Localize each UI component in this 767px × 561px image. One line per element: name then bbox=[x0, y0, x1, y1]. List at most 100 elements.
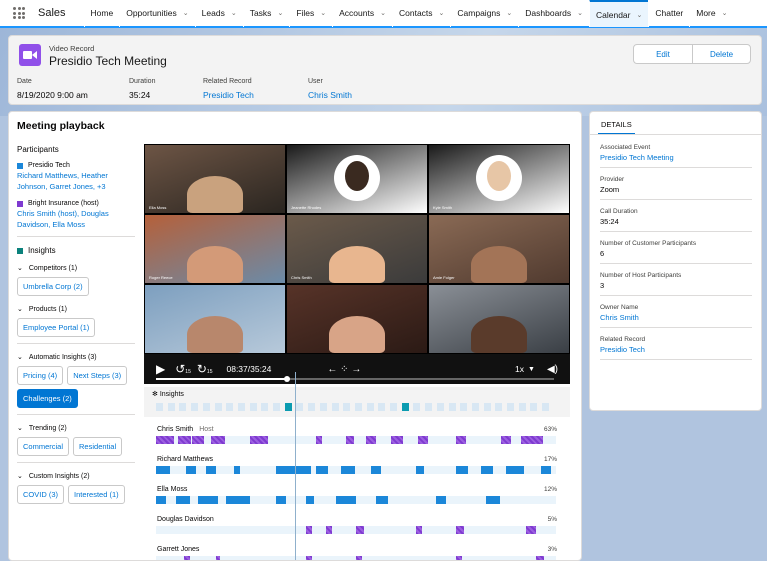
speaking-segment[interactable] bbox=[356, 526, 364, 534]
org-participants-link[interactable]: Chris Smith (host), Douglas Davidson, El… bbox=[17, 208, 135, 230]
speaking-segment[interactable] bbox=[536, 556, 544, 560]
insight-group-header[interactable]: ⌄ Competitors (1) bbox=[17, 264, 135, 273]
speaking-segment[interactable] bbox=[501, 436, 511, 444]
nav-item-home[interactable]: Home bbox=[83, 0, 120, 27]
speed-chevron-icon[interactable]: ▼ bbox=[528, 366, 535, 373]
chevron-down-icon[interactable]: ⌄ bbox=[183, 9, 189, 17]
details-field-value[interactable]: Presidio Tech Meeting bbox=[600, 153, 752, 162]
chevron-down-icon[interactable]: ⌄ bbox=[637, 11, 643, 19]
insight-group-header[interactable]: ⌄ Trending (2) bbox=[17, 424, 135, 433]
speaking-segment[interactable] bbox=[366, 436, 376, 444]
insights-bar[interactable] bbox=[156, 403, 554, 411]
chevron-down-icon[interactable]: ⌄ bbox=[17, 305, 23, 313]
chevron-down-icon[interactable]: ⌄ bbox=[439, 9, 445, 17]
play-icon[interactable]: ▶ bbox=[156, 362, 165, 376]
speaking-segment[interactable] bbox=[184, 556, 190, 560]
chevron-down-icon[interactable]: ⌄ bbox=[17, 424, 23, 432]
app-launcher-icon[interactable] bbox=[13, 7, 25, 19]
insight-pill[interactable]: Commercial bbox=[17, 437, 70, 456]
speaking-segment[interactable] bbox=[336, 496, 356, 504]
nav-item-chatter[interactable]: Chatter bbox=[648, 0, 689, 27]
nav-item-campaigns[interactable]: Campaigns ⌄ bbox=[450, 0, 518, 27]
chevron-down-icon[interactable]: ⌄ bbox=[17, 264, 23, 272]
speaker-track[interactable] bbox=[156, 556, 556, 560]
speaking-segment[interactable] bbox=[418, 436, 428, 444]
speaking-segment[interactable] bbox=[186, 466, 196, 474]
speaking-segment[interactable] bbox=[486, 496, 500, 504]
chevron-down-icon[interactable]: ⌄ bbox=[506, 9, 512, 17]
insight-pill[interactable]: Pricing (4) bbox=[17, 366, 64, 385]
nav-item-calendar[interactable]: Calendar ⌄ bbox=[589, 0, 649, 27]
speaking-segment[interactable] bbox=[316, 436, 322, 444]
chevron-down-icon[interactable]: ⌄ bbox=[722, 9, 728, 17]
playback-speed[interactable]: 1x bbox=[515, 364, 524, 374]
speaking-segment[interactable] bbox=[326, 526, 332, 534]
volume-icon[interactable]: ◀) bbox=[547, 364, 558, 375]
forward-icon[interactable]: ↻ bbox=[197, 362, 207, 376]
insight-pill[interactable]: Challenges (2) bbox=[17, 389, 78, 408]
insight-pill[interactable]: Umbrella Corp (2) bbox=[17, 277, 89, 296]
speaking-segment[interactable] bbox=[198, 496, 218, 504]
nav-item-accounts[interactable]: Accounts ⌄ bbox=[332, 0, 392, 27]
speaking-segment[interactable] bbox=[356, 556, 362, 560]
insight-group-header[interactable]: ⌄ Custom Insights (2) bbox=[17, 472, 135, 481]
speaking-segment[interactable] bbox=[226, 496, 250, 504]
insight-pill[interactable]: COVID (3) bbox=[17, 485, 65, 504]
video-player[interactable]: Ella Moss Jeanette Rhodes Kyle Smith Roger … bbox=[144, 144, 570, 384]
chevron-down-icon[interactable]: ⌄ bbox=[320, 9, 326, 17]
speaking-segment[interactable] bbox=[416, 526, 422, 534]
nav-item-leads[interactable]: Leads ⌄ bbox=[194, 0, 243, 27]
chevron-down-icon[interactable]: ⌄ bbox=[17, 472, 23, 480]
speaking-segment[interactable] bbox=[526, 526, 536, 534]
nav-item-dashboards[interactable]: Dashboards ⌄ bbox=[518, 0, 589, 27]
related-record-link[interactable]: Presidio Tech bbox=[203, 90, 254, 100]
speaking-segment[interactable] bbox=[341, 466, 355, 474]
speaking-segment[interactable] bbox=[391, 436, 403, 444]
nav-item-more[interactable]: More ⌄ bbox=[689, 0, 733, 27]
speaking-segment[interactable] bbox=[250, 436, 268, 444]
insight-pill[interactable]: Employee Portal (1) bbox=[17, 318, 96, 337]
insight-pill[interactable]: Residential bbox=[73, 437, 123, 456]
speaking-segment[interactable] bbox=[156, 496, 166, 504]
speaking-segment[interactable] bbox=[506, 466, 524, 474]
insight-group-header[interactable]: ⌄ Automatic Insights (3) bbox=[17, 353, 135, 362]
speaking-segment[interactable] bbox=[456, 526, 464, 534]
speaking-segment[interactable] bbox=[436, 496, 446, 504]
insight-pill[interactable]: Next Steps (3) bbox=[67, 366, 128, 385]
speaking-segment[interactable] bbox=[306, 496, 314, 504]
speaking-segment[interactable] bbox=[416, 466, 424, 474]
speaking-segment[interactable] bbox=[156, 466, 170, 474]
speaker-track[interactable] bbox=[156, 436, 556, 444]
nav-item-tasks[interactable]: Tasks ⌄ bbox=[242, 0, 290, 27]
chevron-down-icon[interactable]: ⌄ bbox=[577, 9, 583, 17]
speaking-segment[interactable] bbox=[456, 556, 462, 560]
edit-button[interactable]: Edit bbox=[634, 45, 692, 63]
speaking-segment[interactable] bbox=[306, 526, 312, 534]
chevron-down-icon[interactable]: ⌄ bbox=[380, 9, 386, 17]
speaking-segment[interactable] bbox=[206, 466, 216, 474]
chevron-down-icon[interactable]: ⌄ bbox=[277, 9, 283, 17]
speaking-segment[interactable] bbox=[234, 466, 240, 474]
speaking-segment[interactable] bbox=[276, 466, 311, 474]
speaking-segment[interactable] bbox=[276, 496, 286, 504]
speaking-segment[interactable] bbox=[192, 436, 204, 444]
speaking-segment[interactable] bbox=[346, 436, 354, 444]
speaking-segment[interactable] bbox=[481, 466, 493, 474]
speaking-segment[interactable] bbox=[541, 466, 551, 474]
speaking-segment[interactable] bbox=[316, 466, 328, 474]
speaking-segment[interactable] bbox=[371, 466, 381, 474]
video-progress-bar[interactable] bbox=[156, 376, 554, 382]
speaker-track[interactable] bbox=[156, 466, 556, 474]
speaking-segment[interactable] bbox=[456, 466, 468, 474]
tab-details[interactable]: DETAILS bbox=[598, 116, 635, 135]
nav-item-contacts[interactable]: Contacts ⌄ bbox=[391, 0, 450, 27]
delete-button[interactable]: Delete bbox=[692, 45, 750, 63]
chevron-down-icon[interactable]: ⌄ bbox=[17, 353, 23, 361]
speaker-track[interactable] bbox=[156, 526, 556, 534]
details-field-value[interactable]: Presidio Tech bbox=[600, 345, 752, 354]
speaking-segment[interactable] bbox=[156, 436, 174, 444]
speaking-segment[interactable] bbox=[306, 556, 312, 560]
speaker-track[interactable] bbox=[156, 496, 556, 504]
insight-pill[interactable]: Interested (1) bbox=[68, 485, 125, 504]
speaking-segment[interactable] bbox=[176, 496, 190, 504]
